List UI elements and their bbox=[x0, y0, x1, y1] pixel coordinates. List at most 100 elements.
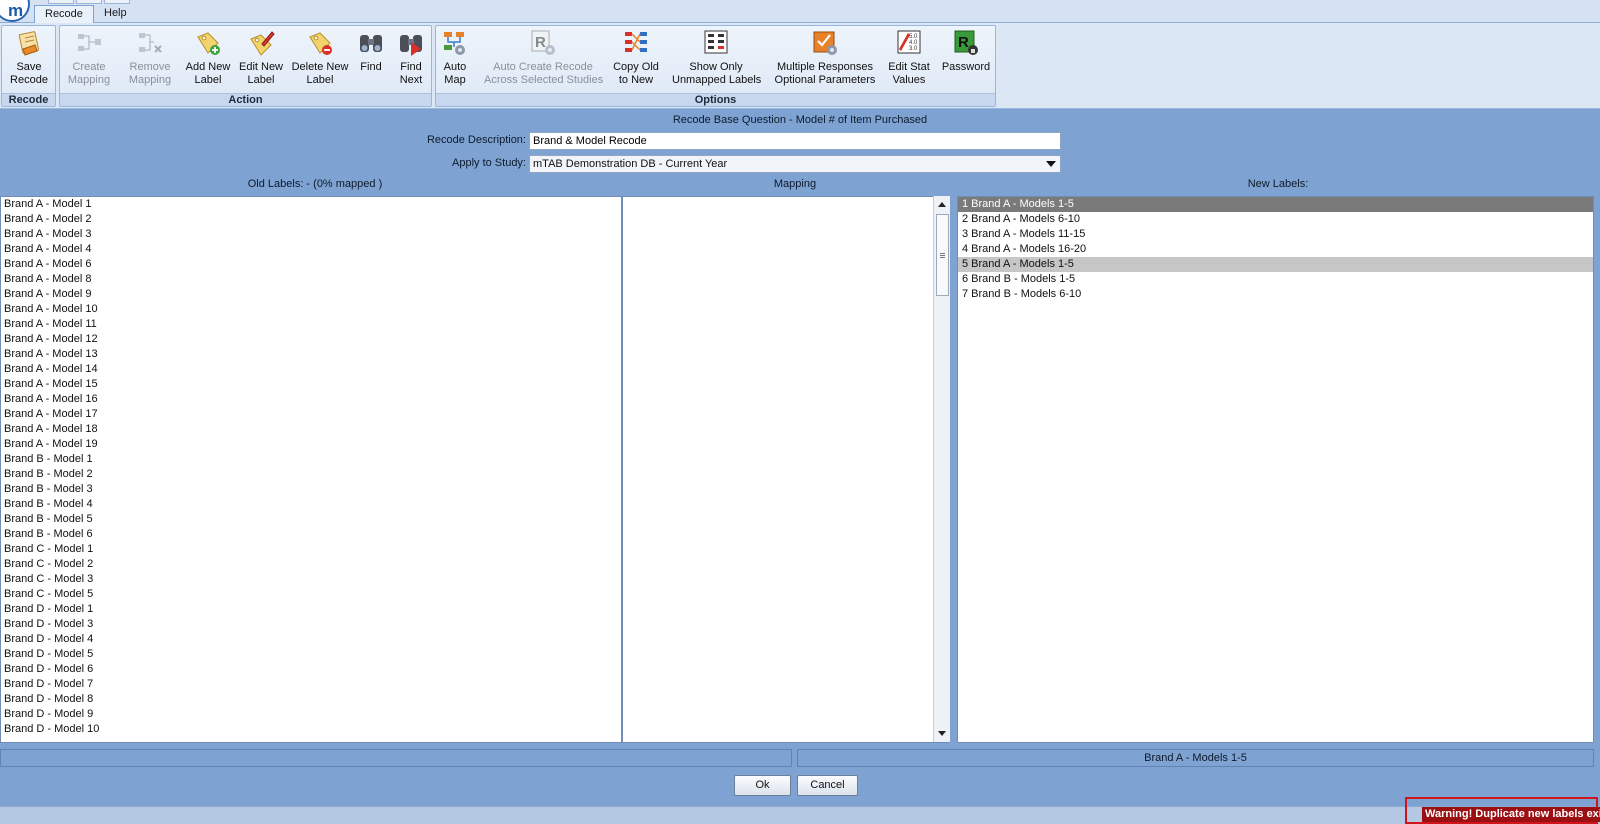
edit-new-label-button[interactable]: Edit New Label bbox=[236, 28, 286, 92]
app-logo-letter: m bbox=[8, 1, 24, 20]
recode-description-input[interactable] bbox=[529, 132, 1061, 150]
old-label-item[interactable]: Brand B - Model 5 bbox=[1, 512, 621, 527]
multiple-responses-button[interactable]: Multiple Responses Optional Parameters bbox=[772, 28, 878, 92]
selected-new-label-status: Brand A - Models 1-5 bbox=[797, 749, 1594, 767]
delete-new-label-button[interactable]: Delete New Label bbox=[288, 28, 352, 92]
quick-access-button[interactable] bbox=[48, 0, 74, 4]
new-label-item[interactable]: 4 Brand A - Models 16-20 bbox=[958, 242, 1593, 257]
new-label-item[interactable]: 6 Brand B - Models 1-5 bbox=[958, 272, 1593, 287]
save-recode-button[interactable]: Save Recode bbox=[4, 28, 54, 92]
copy-old-to-new-button[interactable]: Copy Old to New bbox=[612, 28, 660, 92]
password-label: Password bbox=[941, 61, 991, 73]
save-recode-icon bbox=[18, 31, 40, 56]
old-label-item[interactable]: Brand A - Model 2 bbox=[1, 212, 621, 227]
old-label-item[interactable]: Brand D - Model 6 bbox=[1, 662, 621, 677]
old-label-item[interactable]: Brand B - Model 4 bbox=[1, 497, 621, 512]
scrollbar-thumb[interactable] bbox=[936, 214, 949, 296]
old-label-item[interactable]: Brand A - Model 8 bbox=[1, 272, 621, 287]
new-labels-list[interactable]: 1 Brand A - Models 1-5 2 Brand A - Models… bbox=[957, 196, 1594, 743]
password-icon: R bbox=[954, 30, 978, 55]
new-label-item[interactable]: 1 Brand A - Models 1-5 bbox=[958, 197, 1593, 212]
old-label-item[interactable]: Brand A - Model 9 bbox=[1, 287, 621, 302]
create-mapping-label: Create Mapping bbox=[67, 61, 111, 86]
old-label-item[interactable]: Brand A - Model 4 bbox=[1, 242, 621, 257]
old-label-item[interactable]: Brand D - Model 7 bbox=[1, 677, 621, 692]
old-label-item[interactable]: Brand A - Model 3 bbox=[1, 227, 621, 242]
old-label-item[interactable]: Brand D - Model 1 bbox=[1, 602, 621, 617]
tag-edit-icon bbox=[250, 31, 275, 56]
quick-access-button[interactable] bbox=[76, 0, 102, 4]
scroll-up-icon[interactable] bbox=[938, 202, 946, 207]
tag-delete-icon bbox=[309, 32, 332, 55]
old-label-item[interactable]: Brand A - Model 1 bbox=[1, 197, 621, 212]
old-label-item[interactable]: Brand A - Model 13 bbox=[1, 347, 621, 362]
app-logo[interactable]: m bbox=[0, 0, 30, 22]
old-label-item[interactable]: Brand D - Model 8 bbox=[1, 692, 621, 707]
old-labels-list[interactable]: Brand A - Model 1 Brand A - Model 2 Brand … bbox=[0, 196, 622, 743]
mapping-header: Mapping bbox=[773, 178, 817, 190]
apply-to-study-label: Apply to Study: bbox=[452, 157, 526, 169]
group-title-action: Action bbox=[60, 93, 431, 106]
chevron-down-icon[interactable] bbox=[1046, 161, 1056, 167]
old-label-item[interactable]: Brand A - Model 19 bbox=[1, 437, 621, 452]
old-label-item[interactable]: Brand A - Model 11 bbox=[1, 317, 621, 332]
new-label-item[interactable]: 7 Brand B - Models 6-10 bbox=[958, 287, 1593, 302]
old-label-item[interactable]: Brand D - Model 9 bbox=[1, 707, 621, 722]
find-next-label: Find Next bbox=[399, 61, 423, 86]
show-only-unmapped-button[interactable]: Show Only Unmapped Labels bbox=[672, 28, 761, 92]
old-label-item[interactable]: Brand A - Model 12 bbox=[1, 332, 621, 347]
cancel-button[interactable]: Cancel bbox=[797, 775, 858, 796]
quick-access-button[interactable] bbox=[104, 0, 130, 4]
auto-map-label: Auto Map bbox=[443, 61, 467, 86]
old-label-item[interactable]: Brand D - Model 10 bbox=[1, 722, 621, 737]
old-label-item[interactable]: Brand B - Model 2 bbox=[1, 467, 621, 482]
apply-to-study-select[interactable]: mTAB Demonstration DB - Current Year bbox=[529, 155, 1061, 173]
old-label-item[interactable]: Brand C - Model 2 bbox=[1, 557, 621, 572]
old-label-item[interactable]: Brand A - Model 6 bbox=[1, 257, 621, 272]
new-label-item[interactable]: 5 Brand A - Models 1-5 bbox=[958, 257, 1593, 272]
remove-mapping-button[interactable]: Remove Mapping bbox=[120, 28, 180, 92]
old-label-item[interactable]: Brand C - Model 1 bbox=[1, 542, 621, 557]
mapping-list[interactable] bbox=[622, 196, 950, 743]
old-label-item[interactable]: Brand D - Model 4 bbox=[1, 632, 621, 647]
new-labels-header: New Labels: bbox=[1247, 178, 1309, 190]
old-label-item[interactable]: Brand A - Model 10 bbox=[1, 302, 621, 317]
form-title: Recode Base Question - Model # of Item P… bbox=[672, 114, 928, 126]
auto-create-recode-button[interactable]: R Auto Create Recode Across Selected Stud… bbox=[484, 28, 603, 92]
old-label-item[interactable]: Brand A - Model 18 bbox=[1, 422, 621, 437]
grip-line bbox=[940, 253, 945, 254]
create-mapping-button[interactable]: Create Mapping bbox=[61, 28, 117, 92]
binoculars-icon bbox=[360, 35, 382, 52]
new-label-item[interactable]: 2 Brand A - Models 6-10 bbox=[958, 212, 1593, 227]
tab-help[interactable]: Help bbox=[94, 5, 137, 23]
old-label-item[interactable]: Brand D - Model 5 bbox=[1, 647, 621, 662]
tag-add-icon bbox=[197, 32, 220, 55]
ribbon-group-options: Auto Map R Auto Create Recode Across Selec… bbox=[435, 25, 996, 107]
old-label-item[interactable]: Brand D - Model 3 bbox=[1, 617, 621, 632]
new-label-item[interactable]: 3 Brand A - Models 11-15 bbox=[958, 227, 1593, 242]
old-label-item[interactable]: Brand A - Model 17 bbox=[1, 407, 621, 422]
old-label-item[interactable]: Brand A - Model 16 bbox=[1, 392, 621, 407]
old-label-item[interactable]: Brand A - Model 15 bbox=[1, 377, 621, 392]
find-button[interactable]: Find bbox=[354, 28, 388, 92]
old-label-item[interactable]: Brand B - Model 1 bbox=[1, 452, 621, 467]
svg-text:R: R bbox=[958, 34, 969, 51]
old-label-item[interactable]: Brand A - Model 14 bbox=[1, 362, 621, 377]
auto-map-button[interactable]: Auto Map bbox=[438, 28, 472, 92]
duplicate-warning-text: Warning! Duplicate new labels exist. bbox=[1422, 807, 1600, 822]
old-label-item[interactable]: Brand B - Model 3 bbox=[1, 482, 621, 497]
find-next-button[interactable]: Find Next bbox=[392, 28, 430, 92]
scroll-down-icon[interactable] bbox=[938, 731, 946, 736]
old-label-status-field bbox=[0, 749, 792, 767]
add-new-label-button[interactable]: Add New Label bbox=[184, 28, 232, 92]
mapping-scrollbar[interactable] bbox=[933, 196, 950, 742]
password-button[interactable]: R Password bbox=[940, 28, 992, 92]
old-label-item[interactable]: Brand C - Model 5 bbox=[1, 587, 621, 602]
old-label-item[interactable]: Brand B - Model 6 bbox=[1, 527, 621, 542]
old-label-item[interactable]: Brand C - Model 3 bbox=[1, 572, 621, 587]
tab-recode[interactable]: Recode bbox=[34, 5, 94, 24]
multiple-responses-label: Multiple Responses Optional Parameters bbox=[774, 61, 876, 86]
edit-stat-values-button[interactable]: 5.0 4.0 3.0 Edit Stat Values bbox=[886, 28, 932, 92]
ok-button[interactable]: Ok bbox=[734, 775, 791, 796]
binoculars-next-icon bbox=[400, 35, 422, 56]
